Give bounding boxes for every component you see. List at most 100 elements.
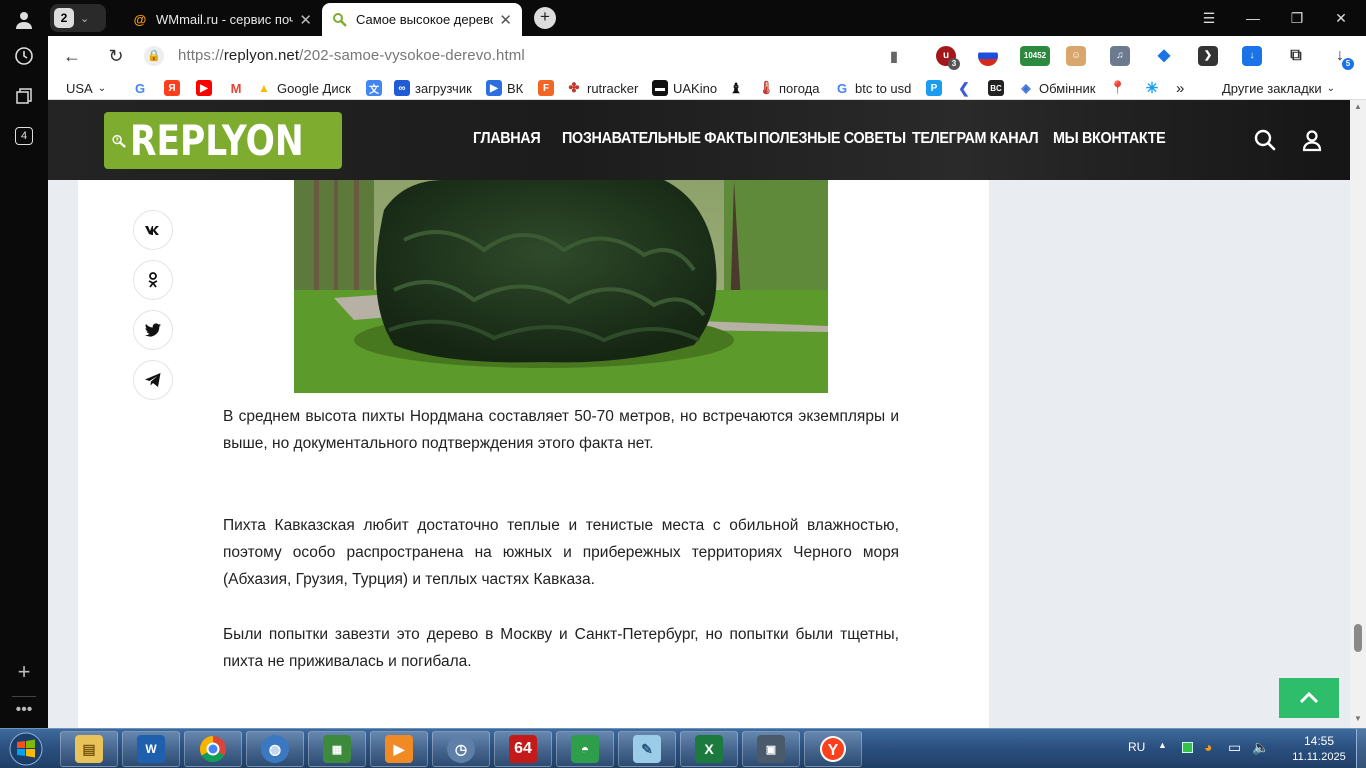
scroll-up-arrow[interactable]: ▲ (1353, 102, 1363, 112)
taskbar-chrome[interactable] (184, 731, 242, 767)
page-scrollbar[interactable]: ▲ ▼ (1350, 100, 1366, 728)
play-icon: ▶ (385, 735, 413, 763)
audio-extension-icon[interactable]: ♫ (1110, 46, 1130, 66)
workspace-icon[interactable]: 4 (8, 120, 40, 152)
f-bookmark[interactable]: F (538, 79, 554, 97)
minimize-button[interactable]: — (1238, 6, 1268, 30)
share-vk-button[interactable] (133, 210, 173, 250)
taskbar-notes[interactable]: ✎ (618, 731, 676, 767)
lock-icon[interactable]: 🔒 (144, 46, 164, 66)
nav-tips[interactable]: ПОЛЕЗНЫЕ СОВЕТЫ (759, 130, 906, 148)
download-extension-icon[interactable]: ↓ (1242, 46, 1262, 66)
other-bookmarks[interactable]: Другие закладки ⌄ (1222, 79, 1335, 97)
taskbar-explorer[interactable]: ▤ (60, 731, 118, 767)
btc-bookmark[interactable]: Gbtc to usd (834, 79, 911, 97)
profile-icon[interactable] (8, 4, 40, 36)
taskbar-excel[interactable]: X (680, 731, 738, 767)
bc-bookmark[interactable]: BC (988, 79, 1004, 97)
share-ok-button[interactable] (133, 260, 173, 300)
diamond-extension-icon[interactable]: ◆ (1154, 46, 1174, 66)
nav-telegram[interactable]: ТЕЛЕГРАМ КАНАЛ (912, 130, 1039, 148)
close-icon[interactable]: ✕ (299, 11, 312, 29)
vpn-icon[interactable] (978, 46, 998, 66)
weather-bookmark[interactable]: 🌡 погода (758, 79, 820, 97)
browser-sidebar: 4 + ••• (0, 0, 48, 728)
more-icon[interactable]: ••• (8, 694, 40, 726)
tab-replyon[interactable]: Самое высокое дерево ✕ (322, 3, 522, 36)
collections-icon[interactable] (8, 80, 40, 112)
p-bookmark[interactable]: P (926, 79, 942, 97)
umbrella-icon: ◓ (571, 735, 599, 763)
region-selector[interactable]: USA ⌄ (66, 79, 106, 97)
search-icon[interactable] (1253, 128, 1277, 152)
add-panel-icon[interactable]: + (8, 656, 40, 688)
nav-home[interactable]: ГЛАВНАЯ (473, 130, 541, 148)
tab-wmmail[interactable]: @ WMmail.ru - сервис почто ✕ (122, 3, 322, 36)
maps-bookmark[interactable]: 📍 (1110, 79, 1126, 97)
counter-icon[interactable]: 10452 (1020, 46, 1050, 66)
more-bookmarks-icon[interactable]: » (1176, 79, 1184, 97)
tray-expand-icon[interactable]: ▲ (1158, 740, 1167, 750)
volume-icon[interactable]: 🔈 (1252, 739, 1269, 756)
nav-vk[interactable]: МЫ ВКОНТАКТЕ (1053, 130, 1166, 148)
counter-badge: 10452 (1023, 51, 1047, 60)
tray-green-icon[interactable] (1182, 742, 1193, 753)
show-desktop-button[interactable] (1356, 729, 1366, 768)
taskbar-file-app[interactable]: ◓ (556, 731, 614, 767)
share-telegram-button[interactable] (133, 360, 173, 400)
yandex-bookmark[interactable]: Я (164, 79, 180, 97)
bookmark-icon[interactable]: ▮ (884, 46, 904, 66)
tab-counter[interactable]: 2 ⌄ (50, 4, 106, 32)
reload-button[interactable]: ↻ (104, 44, 128, 68)
history-icon[interactable] (8, 40, 40, 72)
scroll-down-arrow[interactable]: ▼ (1353, 714, 1363, 724)
zagruzchik-bookmark[interactable]: ∞ загрузчик (394, 79, 472, 97)
exchanger-bookmark[interactable]: ◈ Обмінник (1018, 79, 1095, 97)
taskbar-terminal[interactable]: ▣ (742, 731, 800, 767)
youtube-bookmark[interactable]: ▶ (196, 79, 212, 97)
translate-bookmark[interactable]: 文 (366, 79, 382, 97)
kyivstar-bookmark[interactable]: ✳ (1144, 79, 1160, 97)
google-bookmark[interactable]: G (132, 79, 148, 97)
share-twitter-button[interactable] (133, 310, 173, 350)
ublock-icon[interactable]: u3 (936, 46, 960, 70)
close-window-button[interactable]: ✕ (1326, 6, 1356, 30)
site-logo[interactable]: ? REPLYON (104, 112, 342, 169)
clock-date[interactable]: 11.11.2025 (1284, 751, 1354, 763)
taskbar-network[interactable]: ◍ (246, 731, 304, 767)
vk-bookmark[interactable]: ▶ ВК (486, 79, 523, 97)
scroll-to-top-button[interactable] (1279, 678, 1339, 718)
wise-icon: W (137, 735, 165, 763)
scroll-thumb[interactable] (1354, 624, 1362, 652)
gdrive-bookmark[interactable]: ▲ Google Диск (256, 79, 351, 97)
user-icon[interactable] (1300, 128, 1324, 152)
taskbar-media-player[interactable]: ▶ (370, 731, 428, 767)
notes-icon: ✎ (633, 735, 661, 763)
language-indicator[interactable]: RU (1128, 740, 1145, 754)
chess-bookmark[interactable]: ♝ (728, 79, 744, 97)
clock-time[interactable]: 14:55 (1290, 734, 1348, 748)
close-icon[interactable]: ✕ (499, 11, 512, 29)
taskbar-clock-app[interactable]: ◷ (432, 731, 490, 767)
downloads-icon[interactable]: ↓ 5 (1330, 46, 1354, 70)
arrow-bookmark[interactable]: ❮ (956, 79, 972, 97)
taskbar-aida64[interactable]: 64 (494, 731, 552, 767)
taskbar-task-manager[interactable]: ▦ (308, 731, 366, 767)
taskbar-yandex[interactable]: Y (804, 731, 862, 767)
network-icon[interactable]: ▭ (1228, 739, 1241, 756)
new-tab-button[interactable]: + (534, 7, 556, 29)
extensions-icon[interactable]: ⧉ (1286, 46, 1306, 66)
uakino-bookmark[interactable]: ▬ UAKino (652, 79, 717, 97)
taskbar-wise-care[interactable]: W (122, 731, 180, 767)
restore-button[interactable]: ❐ (1282, 6, 1312, 30)
url-field[interactable]: https://replyon.net/202-samoe-vysokoe-de… (178, 47, 525, 64)
face-extension-icon[interactable]: ☺ (1066, 46, 1086, 66)
start-button[interactable] (6, 731, 46, 767)
menu-icon[interactable]: ☰ (1194, 6, 1224, 30)
gmail-bookmark[interactable]: M (228, 79, 244, 97)
back-button[interactable]: ← (60, 44, 84, 68)
rutracker-bookmark[interactable]: ✤ rutracker (566, 79, 639, 97)
nav-facts[interactable]: ПОЗНАВАТЕЛЬНЫЕ ФАКТЫ (562, 130, 757, 148)
tray-app-icon[interactable]: ◕ (1204, 739, 1212, 755)
dark-extension-icon[interactable]: ❯ (1198, 46, 1218, 66)
